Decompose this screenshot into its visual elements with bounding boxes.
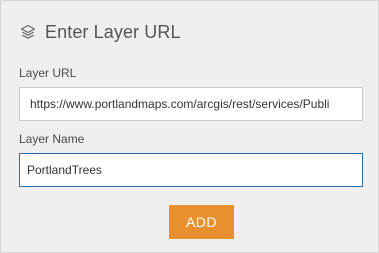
layer-url-input[interactable] xyxy=(19,87,363,121)
layer-name-input[interactable] xyxy=(19,153,363,187)
layers-icon xyxy=(19,23,37,41)
panel-header: Enter Layer URL xyxy=(19,19,181,45)
layer-name-label: Layer Name xyxy=(19,132,85,146)
panel-title: Enter Layer URL xyxy=(45,21,181,42)
enter-layer-url-panel: Enter Layer URL Layer URL Layer Name ADD xyxy=(0,0,379,253)
add-button[interactable]: ADD xyxy=(169,205,234,239)
layer-url-label: Layer URL xyxy=(19,66,77,80)
